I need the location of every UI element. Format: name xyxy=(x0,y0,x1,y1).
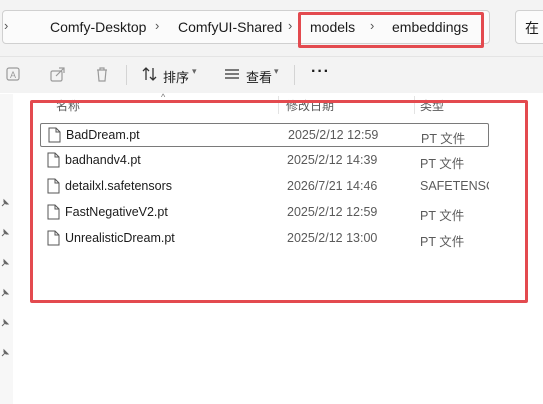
pin-icon[interactable] xyxy=(0,318,10,328)
pin-icon[interactable] xyxy=(0,198,10,208)
breadcrumb-separator[interactable]: › xyxy=(288,17,292,35)
breadcrumb-separator[interactable]: › xyxy=(155,17,159,35)
rename-icon[interactable]: A xyxy=(4,65,22,83)
delete-icon[interactable] xyxy=(93,65,111,83)
toolbar-divider xyxy=(294,65,295,85)
toolbar-divider xyxy=(126,65,127,85)
breadcrumb-overflow-chevron[interactable]: › xyxy=(4,17,8,35)
view-icon[interactable] xyxy=(223,65,241,83)
annotation-highlight-path xyxy=(298,12,484,48)
svg-text:A: A xyxy=(10,70,16,80)
search-placeholder: 在 xyxy=(525,20,539,36)
sort-icon[interactable] xyxy=(141,65,159,83)
more-options-button[interactable]: ··· xyxy=(311,63,330,81)
pin-icon[interactable] xyxy=(0,348,10,358)
view-button[interactable]: 查看 xyxy=(246,67,272,86)
share-icon[interactable] xyxy=(49,65,67,83)
chevron-down-icon: ▾ xyxy=(274,66,279,76)
breadcrumb-comfy-desktop[interactable]: Comfy-Desktop xyxy=(50,18,146,36)
annotation-highlight-files xyxy=(30,100,528,303)
command-bar: A 排序 ▾ 查看 ▾ ··· xyxy=(0,57,543,93)
chevron-down-icon: ▾ xyxy=(192,66,197,76)
sort-button[interactable]: 排序 xyxy=(163,67,189,86)
pin-icon[interactable] xyxy=(0,288,10,298)
pin-icon[interactable] xyxy=(0,228,10,238)
pin-icon[interactable] xyxy=(0,258,10,268)
breadcrumb-comfyui-shared[interactable]: ComfyUI-Shared xyxy=(178,18,282,36)
